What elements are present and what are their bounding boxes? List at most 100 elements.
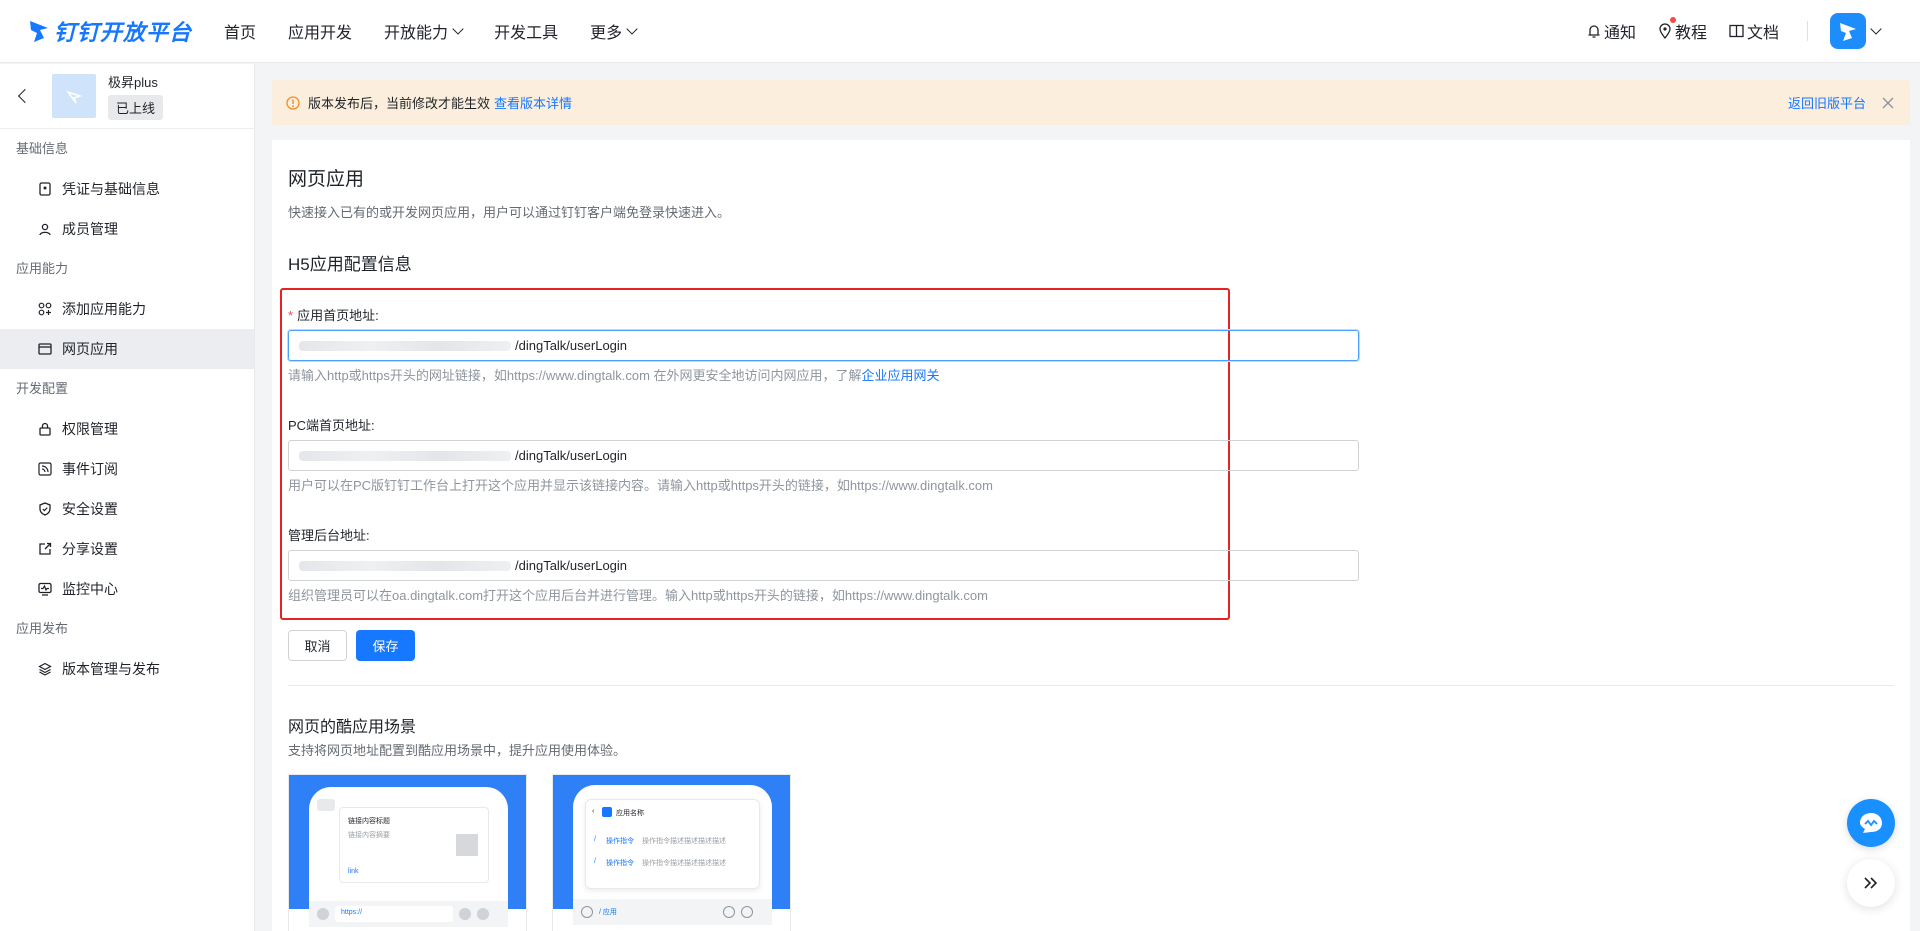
sidebar-item-security[interactable]: 安全设置 [0,489,254,529]
app-logo-icon [66,90,83,104]
back-chevron-icon: ‹ [592,808,595,815]
back-arrow-icon[interactable] [17,88,33,104]
lock-icon [39,422,51,436]
sidebar: 极昇plus 已上线 基础信息 凭证与基础信息 成员管理 应用能力 添加应用能力… [0,64,255,931]
sidebar-item-share[interactable]: 分享设置 [0,529,254,569]
sidebar-item-credentials[interactable]: 凭证与基础信息 [0,169,254,209]
pc-url-value: /dingTalk/userLogin [515,448,628,463]
section-title: H5应用配置信息 [288,255,412,274]
admin-url-value: /dingTalk/userLogin [515,558,628,573]
sidebar-item-members[interactable]: 成员管理 [0,209,254,249]
return-old-platform-link[interactable]: 返回旧版平台 [1788,93,1866,112]
sidebar-item-events[interactable]: 事件订阅 [0,449,254,489]
nav-more-label: 更多 [590,25,623,42]
page-description: 快速接入已有的或开发网页应用，用户可以通过钉钉客户端免登录快速进入。 [288,205,731,220]
sidebar-item-label: 网页应用 [62,341,118,357]
release-notice-banner: 版本发布后，当前修改才能生效 查看版本详情 返回旧版平台 [272,80,1910,125]
user-avatar[interactable] [1830,13,1866,49]
phone-input-bar: / 应用 [573,899,772,925]
redacted-url-part [299,340,511,351]
monitor-icon [38,582,52,596]
app-icon [52,74,96,118]
nav-more[interactable]: 更多 [590,19,638,43]
section-divider [288,685,1894,686]
page-title: 网页应用 [288,169,365,190]
nav-home[interactable]: 首页 [224,19,256,43]
home-url-label: * 应用首页地址: [288,305,379,324]
emoji-icon [723,906,735,918]
sidebar-item-web-app[interactable]: 网页应用 [0,329,254,369]
double-chevron-right-icon [1864,877,1878,889]
home-url-input[interactable]: /dingTalk/userLogin [288,330,1359,361]
brand-name: 钉钉开放平台 [54,20,193,45]
home-url-help-text: 请输入http或https开头的网址链接，如https://www.dingta… [288,368,862,383]
command-slash-1: / [594,836,596,843]
home-url-help: 请输入http或https开头的网址链接，如https://www.dingta… [288,365,940,384]
sidebar-item-label: 凭证与基础信息 [62,181,160,197]
brand-logo[interactable]: 钉钉开放平台 [28,15,192,47]
credential-icon [39,182,51,196]
chevron-down-icon[interactable] [1870,23,1882,35]
link-card-summary: 链接内容摘要 [348,832,390,839]
tutorial-label: 教程 [1674,25,1707,42]
nav-open-capability-label: 开放能力 [384,25,449,42]
sidebar-item-monitor[interactable]: 监控中心 [0,569,254,609]
expand-button[interactable] [1847,859,1895,907]
phone-input-bar: https:// [309,901,508,927]
mic-icon [581,906,593,918]
link-card-thumbnail [456,834,478,856]
required-mark: * [288,308,294,323]
sidebar-item-label: 事件订阅 [62,461,118,477]
assistant-chat-button[interactable] [1847,799,1895,847]
sidebar-item-permissions[interactable]: 权限管理 [0,409,254,449]
scene-card-link[interactable]: 链接内容标题 链接内容摘要 link https:// [288,774,527,931]
sidebar-item-versions[interactable]: 版本管理与发布 [0,649,254,689]
view-version-details-link[interactable]: 查看版本详情 [494,93,572,112]
redacted-url-part [299,450,511,461]
sidebar-item-label: 权限管理 [62,421,118,437]
docs-button[interactable]: 文档 [1729,19,1779,43]
scene-description: 支持将网页地址配置到酷应用场景中，提升应用使用体验。 [288,743,627,758]
sidebar-item-add-capability[interactable]: 添加应用能力 [0,289,254,329]
plus-icon [741,906,753,918]
notify-button[interactable]: 通知 [1587,19,1636,43]
save-button[interactable]: 保存 [356,630,415,661]
phone-mockup: 链接内容标题 链接内容摘要 link https:// [309,787,508,927]
command-desc-1: 操作指令描述描述描述描述 [642,838,726,845]
sidebar-group-dev-config: 开发配置 [16,381,69,396]
app-name: 极昇plus [108,75,158,90]
scene-card-command[interactable]: ‹ 应用名称 / 操作指令 操作指令描述描述描述描述 / 操作指令 操作指令描述… [552,774,791,931]
nav-dev-tools[interactable]: 开发工具 [494,19,558,43]
apps-add-icon [38,302,52,316]
location-pin-icon [1659,23,1671,39]
nav-open-capability[interactable]: 开放能力 [384,19,464,43]
nav-app-dev[interactable]: 应用开发 [288,19,352,43]
dingtalk-avatar-icon [1840,23,1856,41]
admin-url-input[interactable]: /dingTalk/userLogin [288,550,1359,581]
link-card-tag: link [348,868,359,875]
chat-assistant-icon [1860,813,1882,833]
sidebar-group-basic: 基础信息 [16,141,69,156]
user-icon [39,223,51,236]
emoji-icon [459,908,471,920]
cancel-button[interactable]: 取消 [288,630,347,661]
notification-dot [1669,17,1676,23]
link-card-preview: 链接内容标题 链接内容摘要 link [339,807,489,883]
tutorial-button[interactable]: 教程 [1658,17,1707,43]
home-url-value: /dingTalk/userLogin [515,338,628,353]
command-name-2: 操作指令 [606,860,634,867]
top-navbar: 钉钉开放平台 首页 应用开发 开放能力 开发工具 更多 通知 教程 文档 [0,0,1920,63]
nav-app-dev-label: 应用开发 [288,25,353,42]
sidebar-item-label: 成员管理 [62,221,118,237]
share-icon [39,542,52,555]
command-desc-2: 操作指令描述描述描述描述 [642,860,726,867]
home-url-label-text: 应用首页地址: [297,308,379,323]
enterprise-gateway-link[interactable]: 企业应用网关 [862,368,940,383]
notify-label: 通知 [1603,25,1636,42]
admin-url-help: 组织管理员可以在oa.dingtalk.com打开这个应用后台并进行管理。输入h… [288,588,988,603]
main-content-card: 网页应用 快速接入已有的或开发网页应用，用户可以通过钉钉客户端免登录快速进入。 … [272,140,1910,931]
pc-url-input[interactable]: /dingTalk/userLogin [288,440,1359,471]
sidebar-group-release: 应用发布 [16,621,69,636]
pc-url-label: PC端首页地址: [288,418,375,433]
close-icon[interactable] [1882,97,1894,109]
